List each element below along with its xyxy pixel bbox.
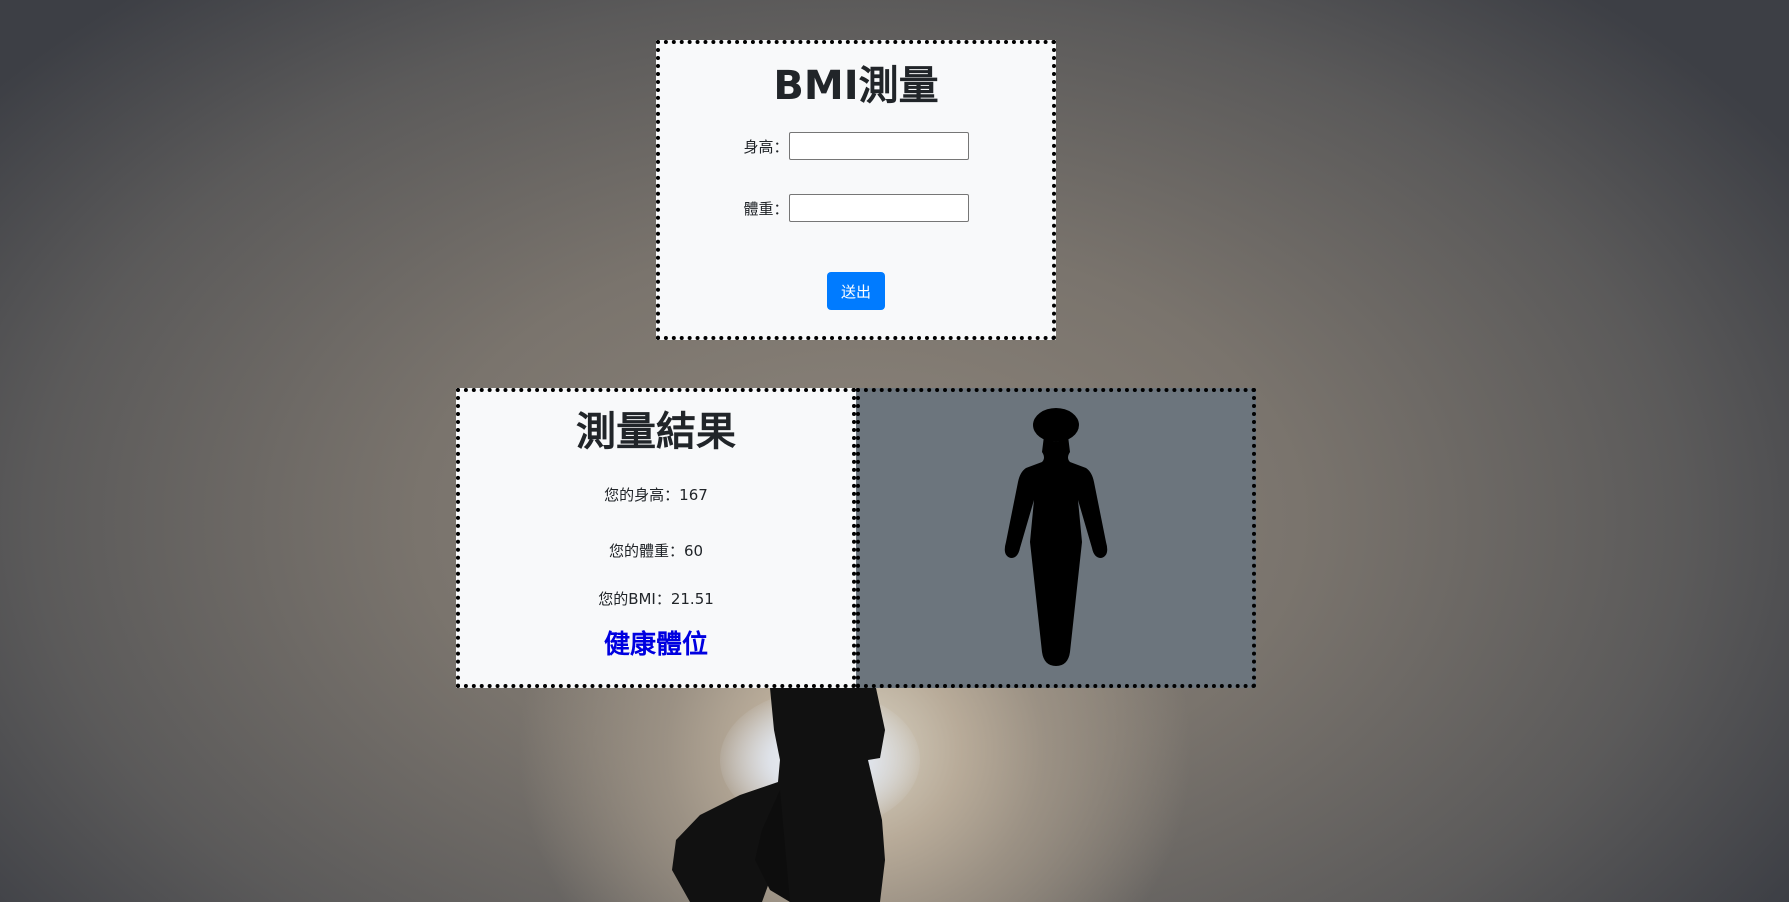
submit-button[interactable]: 送出 <box>827 272 885 310</box>
page-background: BMI測量 身高： 體重： 送出 測量結果 您的身高：167 您的體重：60 您… <box>0 0 1789 902</box>
result-card: 測量結果 您的身高：167 您的體重：60 您的BMI：21.51 健康體位 <box>456 388 856 688</box>
result-height: 您的身高：167 <box>604 486 708 504</box>
height-label: 身高： <box>743 137 789 156</box>
result-weight: 您的體重：60 <box>608 542 704 560</box>
bmi-status-text: 健康體位 <box>603 630 708 660</box>
result-bmi: 您的BMI：21.51 <box>598 590 714 608</box>
weight-input[interactable] <box>788 194 969 222</box>
bmi-form-card: BMI測量 身高： 體重： 送出 <box>656 40 1056 340</box>
weight-label: 體重： <box>743 199 789 218</box>
result-title: 測量結果 <box>576 409 736 455</box>
body-silhouette-icon <box>1004 408 1108 666</box>
weight-row: 體重： <box>660 194 1052 222</box>
height-row: 身高： <box>660 132 1052 160</box>
height-input[interactable] <box>788 132 969 160</box>
form-title: BMI測量 <box>773 63 939 109</box>
body-figure-card <box>856 388 1256 688</box>
